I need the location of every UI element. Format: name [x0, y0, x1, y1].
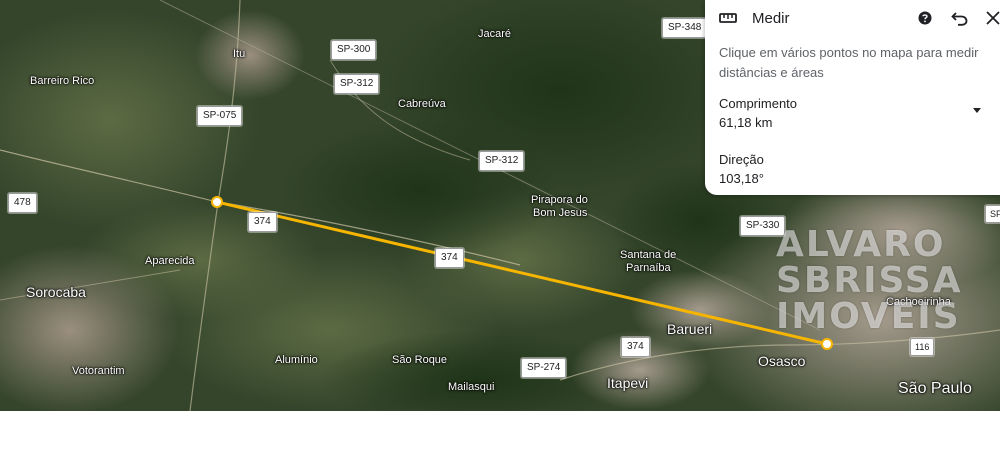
place-osasco: Osasco [758, 353, 806, 369]
ruler-icon [719, 13, 737, 23]
watermark: ALVARO SBRISSA IMOVEIS [776, 224, 976, 337]
measure-panel: Medir Clique em vários pontos no mapa pa… [705, 0, 1000, 195]
length-label: Comprimento [719, 96, 798, 111]
help-icon [918, 11, 932, 25]
place-sao-paulo: São Paulo [898, 380, 972, 397]
road-shield-374: 374 [621, 337, 650, 357]
place-sao-roque: São Roque [392, 354, 448, 366]
watermark-line: ALVARO [776, 224, 946, 265]
watermark-line: SBRISSA [776, 260, 963, 301]
place-barueri: Barueri [667, 321, 713, 337]
place-mailasqui: Mailasqui [448, 381, 495, 393]
unit-dropdown-caret-icon[interactable] [973, 108, 981, 113]
panel-header: Medir [719, 8, 790, 28]
place-santana-line2: Parnaíba [626, 262, 671, 274]
measure-end-point[interactable] [821, 338, 833, 350]
place-pirapora-line2: Bom Jesus [533, 207, 588, 219]
road-shield-sp312: SP-312 [479, 151, 525, 171]
panel-description: Clique em vários pontos no mapa para med… [719, 45, 979, 80]
place-barreiro-rico: Barreiro Rico [30, 75, 95, 87]
road-shield-374: 374 [248, 212, 277, 232]
place-itapevi: Itapevi [607, 375, 649, 391]
road-shield-478: 478 [8, 193, 37, 213]
place-cabreuva: Cabreúva [398, 98, 446, 110]
close-button[interactable] [984, 9, 1000, 27]
help-button[interactable] [916, 9, 934, 27]
road-shield-116: 116 [910, 338, 935, 356]
direction-label: Direção [719, 152, 764, 167]
place-sorocaba: Sorocaba [26, 284, 86, 300]
watermark-line: IMOVEIS [776, 296, 961, 337]
place-jacare: Jacaré [478, 28, 512, 40]
close-icon [986, 11, 1000, 25]
road-shield-edge: SF [985, 205, 1000, 223]
place-aparecida: Aparecida [145, 255, 195, 267]
undo-button[interactable] [950, 9, 968, 27]
road-shield-sp274: SP-274 [521, 358, 567, 378]
road-shield-sp075: SP-075 [197, 106, 243, 126]
place-aluminio: Alumínio [275, 354, 318, 366]
length-value: 61,18 km [719, 115, 773, 130]
undo-icon [950, 11, 967, 26]
place-pirapora-line1: Pirapora do [531, 194, 588, 206]
panel-title: Medir [752, 9, 790, 27]
road-shield-sp300: SP-300 [331, 40, 377, 60]
place-santana-line1: Santana de [620, 249, 677, 261]
road-shield-sp312: SP-312 [334, 74, 380, 94]
road-shield-374: 374 [435, 248, 464, 268]
place-itu: Itu [233, 48, 246, 60]
road-shield-sp348: SP-348 [662, 18, 708, 38]
measure-start-point[interactable] [211, 196, 223, 208]
direction-value: 103,18° [719, 171, 764, 186]
place-votorantim: Votorantim [72, 365, 125, 377]
